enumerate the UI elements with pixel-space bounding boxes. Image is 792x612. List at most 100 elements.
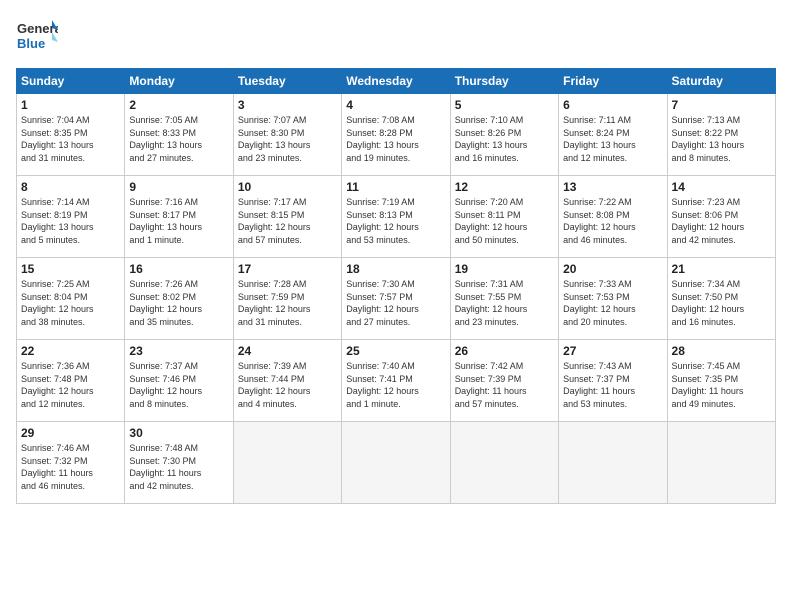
day-number: 8	[21, 180, 120, 194]
day-number: 14	[672, 180, 771, 194]
day-info: Sunrise: 7:08 AM Sunset: 8:28 PM Dayligh…	[346, 114, 445, 164]
svg-text:Blue: Blue	[17, 36, 45, 51]
day-info: Sunrise: 7:43 AM Sunset: 7:37 PM Dayligh…	[563, 360, 662, 410]
calendar-cell: 7 Sunrise: 7:13 AM Sunset: 8:22 PM Daylig…	[667, 94, 775, 176]
day-info: Sunrise: 7:39 AM Sunset: 7:44 PM Dayligh…	[238, 360, 337, 410]
day-info: Sunrise: 7:46 AM Sunset: 7:32 PM Dayligh…	[21, 442, 120, 492]
weekday-header-sunday: Sunday	[17, 69, 125, 94]
calendar-cell: 17 Sunrise: 7:28 AM Sunset: 7:59 PM Dayli…	[233, 258, 341, 340]
day-info: Sunrise: 7:13 AM Sunset: 8:22 PM Dayligh…	[672, 114, 771, 164]
day-info: Sunrise: 7:25 AM Sunset: 8:04 PM Dayligh…	[21, 278, 120, 328]
day-info: Sunrise: 7:19 AM Sunset: 8:13 PM Dayligh…	[346, 196, 445, 246]
calendar-cell: 28 Sunrise: 7:45 AM Sunset: 7:35 PM Dayli…	[667, 340, 775, 422]
calendar-cell	[667, 422, 775, 504]
calendar-cell: 20 Sunrise: 7:33 AM Sunset: 7:53 PM Dayli…	[559, 258, 667, 340]
week-row-2: 8 Sunrise: 7:14 AM Sunset: 8:19 PM Daylig…	[17, 176, 776, 258]
day-number: 11	[346, 180, 445, 194]
day-number: 30	[129, 426, 228, 440]
day-number: 9	[129, 180, 228, 194]
day-info: Sunrise: 7:22 AM Sunset: 8:08 PM Dayligh…	[563, 196, 662, 246]
calendar-cell: 16 Sunrise: 7:26 AM Sunset: 8:02 PM Dayli…	[125, 258, 233, 340]
calendar-cell: 8 Sunrise: 7:14 AM Sunset: 8:19 PM Daylig…	[17, 176, 125, 258]
day-number: 27	[563, 344, 662, 358]
calendar-cell: 2 Sunrise: 7:05 AM Sunset: 8:33 PM Daylig…	[125, 94, 233, 176]
day-number: 3	[238, 98, 337, 112]
day-info: Sunrise: 7:28 AM Sunset: 7:59 PM Dayligh…	[238, 278, 337, 328]
svg-text:General: General	[17, 21, 58, 36]
week-row-3: 15 Sunrise: 7:25 AM Sunset: 8:04 PM Dayli…	[17, 258, 776, 340]
day-info: Sunrise: 7:05 AM Sunset: 8:33 PM Dayligh…	[129, 114, 228, 164]
calendar-cell: 6 Sunrise: 7:11 AM Sunset: 8:24 PM Daylig…	[559, 94, 667, 176]
day-number: 19	[455, 262, 554, 276]
day-number: 25	[346, 344, 445, 358]
logo-svg: General Blue	[16, 16, 58, 58]
calendar-cell	[342, 422, 450, 504]
week-row-5: 29 Sunrise: 7:46 AM Sunset: 7:32 PM Dayli…	[17, 422, 776, 504]
day-number: 4	[346, 98, 445, 112]
day-info: Sunrise: 7:11 AM Sunset: 8:24 PM Dayligh…	[563, 114, 662, 164]
calendar-cell: 12 Sunrise: 7:20 AM Sunset: 8:11 PM Dayli…	[450, 176, 558, 258]
day-number: 13	[563, 180, 662, 194]
day-info: Sunrise: 7:31 AM Sunset: 7:55 PM Dayligh…	[455, 278, 554, 328]
day-info: Sunrise: 7:45 AM Sunset: 7:35 PM Dayligh…	[672, 360, 771, 410]
weekday-header-thursday: Thursday	[450, 69, 558, 94]
calendar-cell: 26Sunrise: 7:42 AM Sunset: 7:39 PM Dayli…	[450, 340, 558, 422]
day-number: 24	[238, 344, 337, 358]
week-row-1: 1Sunrise: 7:04 AM Sunset: 8:35 PM Daylig…	[17, 94, 776, 176]
calendar-cell: 25Sunrise: 7:40 AM Sunset: 7:41 PM Dayli…	[342, 340, 450, 422]
calendar-cell: 18 Sunrise: 7:30 AM Sunset: 7:57 PM Dayli…	[342, 258, 450, 340]
day-number: 21	[672, 262, 771, 276]
day-info: Sunrise: 7:37 AM Sunset: 7:46 PM Dayligh…	[129, 360, 228, 410]
week-row-4: 22 Sunrise: 7:36 AM Sunset: 7:48 PM Dayli…	[17, 340, 776, 422]
logo-container: General Blue	[16, 16, 58, 58]
weekday-header-monday: Monday	[125, 69, 233, 94]
logo: General Blue	[16, 16, 58, 58]
calendar-cell: 9Sunrise: 7:16 AM Sunset: 8:17 PM Daylig…	[125, 176, 233, 258]
weekday-header-wednesday: Wednesday	[342, 69, 450, 94]
day-info: Sunrise: 7:30 AM Sunset: 7:57 PM Dayligh…	[346, 278, 445, 328]
day-number: 12	[455, 180, 554, 194]
day-number: 26	[455, 344, 554, 358]
day-info: Sunrise: 7:36 AM Sunset: 7:48 PM Dayligh…	[21, 360, 120, 410]
weekday-header-tuesday: Tuesday	[233, 69, 341, 94]
calendar-cell: 4 Sunrise: 7:08 AM Sunset: 8:28 PM Daylig…	[342, 94, 450, 176]
calendar-cell: 10 Sunrise: 7:17 AM Sunset: 8:15 PM Dayli…	[233, 176, 341, 258]
day-number: 28	[672, 344, 771, 358]
weekday-header-row: SundayMondayTuesdayWednesdayThursdayFrid…	[17, 69, 776, 94]
day-number: 29	[21, 426, 120, 440]
calendar-cell: 13 Sunrise: 7:22 AM Sunset: 8:08 PM Dayli…	[559, 176, 667, 258]
day-number: 16	[129, 262, 228, 276]
calendar-cell: 30Sunrise: 7:48 AM Sunset: 7:30 PM Dayli…	[125, 422, 233, 504]
calendar-cell: 14 Sunrise: 7:23 AM Sunset: 8:06 PM Dayli…	[667, 176, 775, 258]
day-info: Sunrise: 7:23 AM Sunset: 8:06 PM Dayligh…	[672, 196, 771, 246]
calendar-cell: 21Sunrise: 7:34 AM Sunset: 7:50 PM Dayli…	[667, 258, 775, 340]
day-number: 18	[346, 262, 445, 276]
day-info: Sunrise: 7:14 AM Sunset: 8:19 PM Dayligh…	[21, 196, 120, 246]
calendar-cell: 22 Sunrise: 7:36 AM Sunset: 7:48 PM Dayli…	[17, 340, 125, 422]
day-number: 15	[21, 262, 120, 276]
calendar-cell: 11 Sunrise: 7:19 AM Sunset: 8:13 PM Dayli…	[342, 176, 450, 258]
calendar-cell: 5 Sunrise: 7:10 AM Sunset: 8:26 PM Daylig…	[450, 94, 558, 176]
day-number: 2	[129, 98, 228, 112]
page-header: General Blue	[16, 16, 776, 58]
day-number: 5	[455, 98, 554, 112]
day-number: 22	[21, 344, 120, 358]
day-info: Sunrise: 7:26 AM Sunset: 8:02 PM Dayligh…	[129, 278, 228, 328]
day-info: Sunrise: 7:20 AM Sunset: 8:11 PM Dayligh…	[455, 196, 554, 246]
calendar-cell: 3Sunrise: 7:07 AM Sunset: 8:30 PM Daylig…	[233, 94, 341, 176]
day-number: 6	[563, 98, 662, 112]
day-number: 10	[238, 180, 337, 194]
calendar-cell: 15 Sunrise: 7:25 AM Sunset: 8:04 PM Dayli…	[17, 258, 125, 340]
calendar-cell: 1Sunrise: 7:04 AM Sunset: 8:35 PM Daylig…	[17, 94, 125, 176]
day-number: 7	[672, 98, 771, 112]
day-number: 23	[129, 344, 228, 358]
day-number: 1	[21, 98, 120, 112]
day-info: Sunrise: 7:10 AM Sunset: 8:26 PM Dayligh…	[455, 114, 554, 164]
day-number: 20	[563, 262, 662, 276]
calendar-table: SundayMondayTuesdayWednesdayThursdayFrid…	[16, 68, 776, 504]
calendar-cell	[559, 422, 667, 504]
day-info: Sunrise: 7:33 AM Sunset: 7:53 PM Dayligh…	[563, 278, 662, 328]
day-number: 17	[238, 262, 337, 276]
calendar-cell: 29 Sunrise: 7:46 AM Sunset: 7:32 PM Dayli…	[17, 422, 125, 504]
day-info: Sunrise: 7:17 AM Sunset: 8:15 PM Dayligh…	[238, 196, 337, 246]
